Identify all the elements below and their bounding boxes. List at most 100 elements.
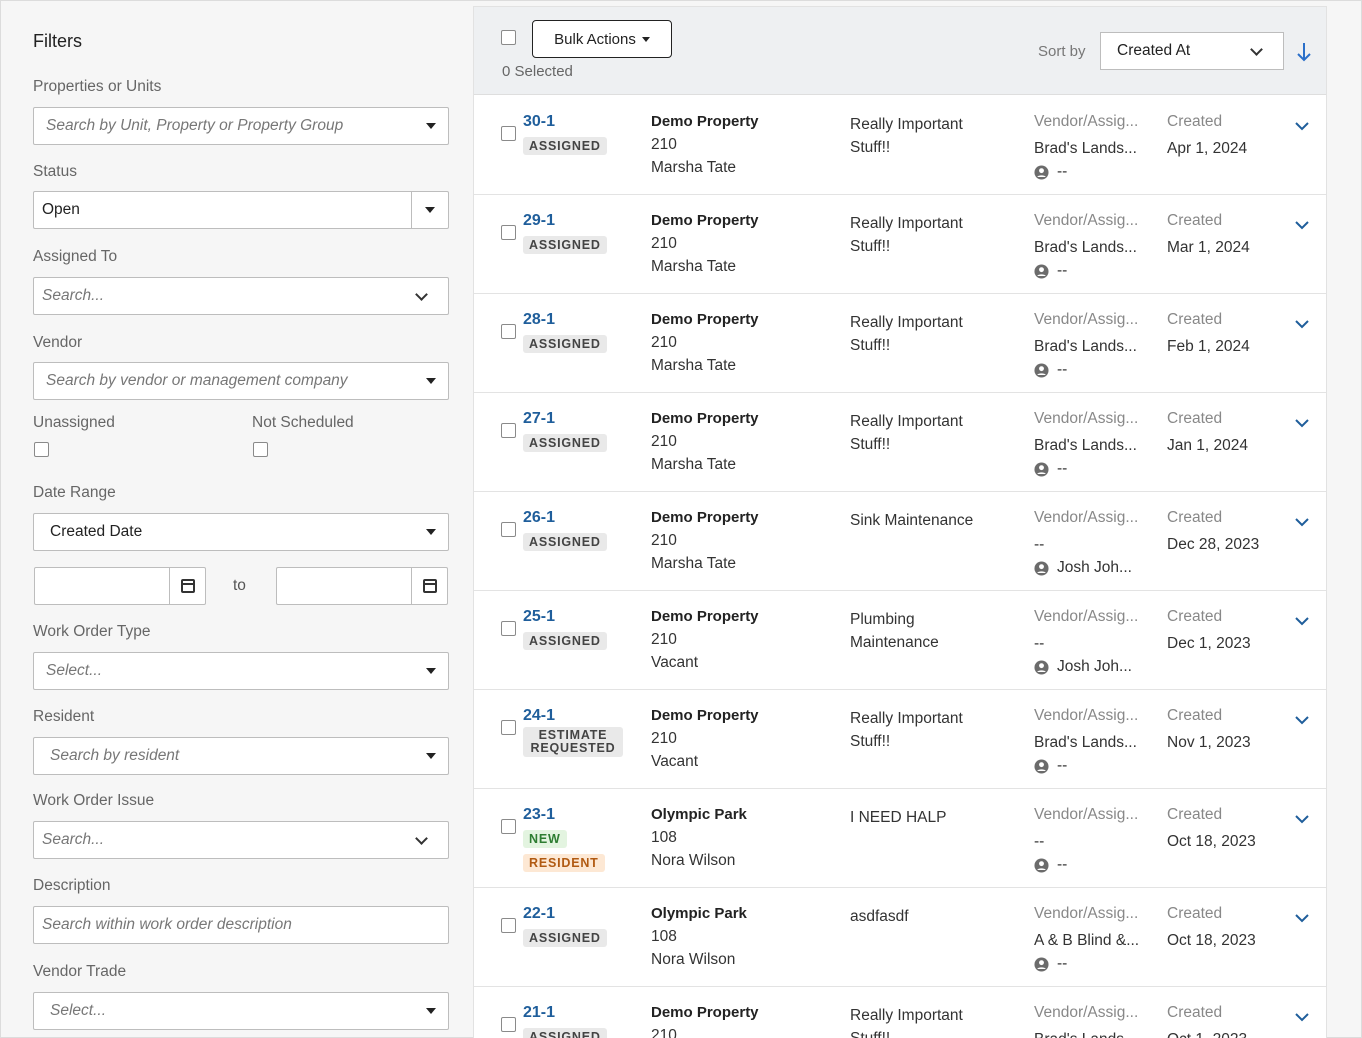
caret-down-icon bbox=[426, 753, 436, 759]
bulk-actions-button[interactable]: Bulk Actions bbox=[532, 20, 672, 58]
chevron-down-icon[interactable] bbox=[1294, 417, 1310, 429]
user-circle-icon bbox=[1034, 164, 1049, 180]
user-circle-icon bbox=[1034, 560, 1049, 576]
app-frame: Filters Properties or Units Search by Un… bbox=[0, 0, 1362, 1038]
vendor-trade-placeholder: Select... bbox=[50, 1002, 106, 1019]
wo-issue-placeholder: Search... bbox=[42, 831, 105, 848]
chevron-down-icon[interactable] bbox=[1294, 120, 1310, 132]
start-date-field[interactable] bbox=[35, 568, 169, 604]
created-header: Created bbox=[1167, 212, 1223, 229]
row-checkbox[interactable] bbox=[501, 1017, 516, 1032]
sort-select[interactable]: Created At bbox=[1100, 32, 1284, 70]
table-row[interactable]: 23-1 NEW RESIDENT Olympic Park 108 Nora W… bbox=[474, 789, 1326, 888]
status-toggle[interactable] bbox=[412, 192, 448, 228]
row-checkbox[interactable] bbox=[501, 522, 516, 537]
table-row[interactable]: 29-1 ASSIGNED Demo Property 210 Marsha T… bbox=[474, 195, 1326, 294]
assignee: -- bbox=[1034, 361, 1067, 379]
table-row[interactable]: 25-1 ASSIGNED Demo Property 210 Vacant P… bbox=[474, 591, 1326, 690]
assignee-name: -- bbox=[1057, 460, 1068, 477]
chevron-down-icon[interactable] bbox=[1294, 318, 1310, 330]
unassigned-checkbox[interactable] bbox=[34, 442, 49, 457]
assignee: -- bbox=[1034, 460, 1067, 478]
vendor-name: A & B Blind &... bbox=[1034, 932, 1140, 949]
table-row[interactable]: 26-1 ASSIGNED Demo Property 210 Marsha T… bbox=[474, 492, 1326, 591]
wo-issue-select[interactable]: Search... bbox=[33, 821, 449, 859]
vendor-trade-select[interactable]: Select... bbox=[33, 992, 449, 1030]
user-circle-icon bbox=[1034, 362, 1049, 378]
resident-select[interactable]: Search by resident bbox=[33, 737, 449, 775]
property-name: Olympic Park bbox=[651, 905, 747, 922]
not-scheduled-checkbox[interactable] bbox=[253, 442, 268, 457]
chevron-down-icon[interactable] bbox=[1294, 813, 1310, 825]
status-badge: ASSIGNED bbox=[523, 929, 607, 947]
work-order-description: Sink Maintenance bbox=[850, 512, 974, 529]
not-scheduled-label: Not Scheduled bbox=[252, 414, 354, 431]
status-badge: RESIDENT bbox=[523, 854, 605, 872]
date-range-label: Date Range bbox=[33, 484, 116, 501]
row-checkbox[interactable] bbox=[501, 720, 516, 735]
table-row[interactable]: 28-1 ASSIGNED Demo Property 210 Marsha T… bbox=[474, 294, 1326, 393]
user-circle-icon bbox=[1034, 857, 1049, 873]
chevron-down-icon[interactable] bbox=[1294, 714, 1310, 726]
row-checkbox[interactable] bbox=[501, 621, 516, 636]
work-order-id-link[interactable]: 24-1 bbox=[523, 707, 555, 725]
table-row[interactable]: 30-1 ASSIGNED Demo Property 210 Marsha T… bbox=[474, 96, 1326, 195]
row-checkbox[interactable] bbox=[501, 324, 516, 339]
description-input[interactable]: Search within work order description bbox=[33, 906, 449, 944]
status-badge: ASSIGNED bbox=[523, 533, 607, 551]
created-header: Created bbox=[1167, 410, 1223, 427]
vendor-name: -- bbox=[1034, 536, 1045, 553]
vendor-select[interactable]: Search by vendor or management company bbox=[33, 362, 449, 400]
row-checkbox[interactable] bbox=[501, 225, 516, 240]
work-order-id-link[interactable]: 28-1 bbox=[523, 311, 555, 329]
select-all-checkbox[interactable] bbox=[501, 30, 516, 45]
vendor-header: Vendor/Assig... bbox=[1034, 212, 1139, 229]
row-checkbox[interactable] bbox=[501, 126, 516, 141]
vendor-header: Vendor/Assig... bbox=[1034, 1004, 1139, 1021]
work-order-id-link[interactable]: 25-1 bbox=[523, 608, 555, 626]
table-row[interactable]: 21-1 ASSIGNED Demo Property 210 Really I… bbox=[474, 987, 1326, 1038]
table-row[interactable]: 22-1 ASSIGNED Olympic Park 108 Nora Wils… bbox=[474, 888, 1326, 987]
assignee-name: -- bbox=[1057, 955, 1068, 972]
chevron-down-icon[interactable] bbox=[1294, 219, 1310, 231]
assignee-name: -- bbox=[1057, 262, 1068, 279]
date-range-select[interactable]: Created Date bbox=[33, 513, 449, 551]
status-select[interactable]: Open bbox=[33, 191, 449, 229]
wo-type-label: Work Order Type bbox=[33, 623, 151, 640]
work-order-id-link[interactable]: 21-1 bbox=[523, 1004, 555, 1022]
work-order-id-link[interactable]: 26-1 bbox=[523, 509, 555, 527]
assigned-select[interactable]: Search... bbox=[33, 277, 449, 315]
caret-down-icon bbox=[426, 123, 436, 129]
end-date-calendar-button[interactable] bbox=[411, 568, 447, 604]
tenant-name: Marsha Tate bbox=[651, 258, 737, 275]
assignee-name: Josh Joh... bbox=[1057, 559, 1132, 576]
arrow-down-icon[interactable] bbox=[1294, 41, 1314, 63]
chevron-down-icon[interactable] bbox=[1294, 912, 1310, 924]
user-circle-icon bbox=[1034, 461, 1049, 477]
row-checkbox[interactable] bbox=[501, 819, 516, 834]
table-row[interactable]: 27-1 ASSIGNED Demo Property 210 Marsha T… bbox=[474, 393, 1326, 492]
row-checkbox[interactable] bbox=[501, 423, 516, 438]
wo-type-select[interactable]: Select... bbox=[33, 652, 449, 690]
chevron-down-icon[interactable] bbox=[1294, 615, 1310, 627]
created-date: Oct 18, 2023 bbox=[1167, 932, 1256, 949]
row-checkbox[interactable] bbox=[501, 918, 516, 933]
created-date: Nov 1, 2023 bbox=[1167, 734, 1251, 751]
work-order-id-link[interactable]: 23-1 bbox=[523, 806, 555, 824]
work-order-id-link[interactable]: 27-1 bbox=[523, 410, 555, 428]
start-date-calendar-button[interactable] bbox=[169, 568, 205, 604]
end-date-input[interactable] bbox=[276, 567, 448, 605]
vendor-name: Brad's Lands... bbox=[1034, 1031, 1137, 1038]
end-date-field[interactable] bbox=[277, 568, 411, 604]
start-date-input[interactable] bbox=[34, 567, 206, 605]
wo-issue-label: Work Order Issue bbox=[33, 792, 155, 809]
chevron-down-icon[interactable] bbox=[1294, 1011, 1310, 1023]
properties-select[interactable]: Search by Unit, Property or Property Gro… bbox=[33, 107, 449, 145]
table-row[interactable]: 24-1 ESTIMATE REQUESTED Demo Property 21… bbox=[474, 690, 1326, 789]
work-order-id-link[interactable]: 22-1 bbox=[523, 905, 555, 923]
work-order-description: asdfasdf bbox=[850, 908, 909, 925]
chevron-down-icon[interactable] bbox=[1294, 516, 1310, 528]
work-order-id-link[interactable]: 30-1 bbox=[523, 113, 555, 131]
status-badge: ESTIMATE REQUESTED bbox=[523, 727, 623, 757]
work-order-id-link[interactable]: 29-1 bbox=[523, 212, 555, 230]
